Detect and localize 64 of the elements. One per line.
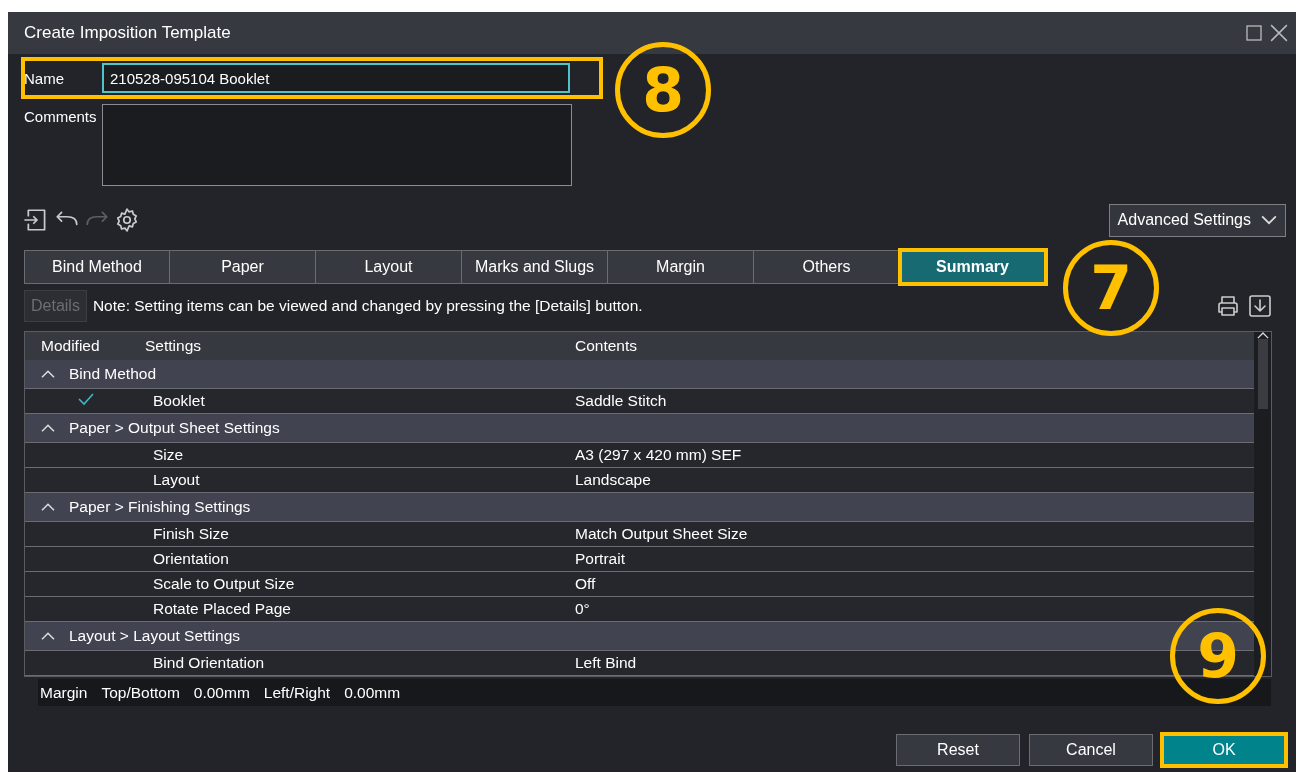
group-row[interactable]: Bind Method xyxy=(25,360,1254,389)
comments-label: Comments xyxy=(24,107,98,125)
group-title: Paper > Output Sheet Settings xyxy=(69,419,280,437)
group-title: Layout > Layout Settings xyxy=(69,627,241,645)
margin-text: 0.00mm xyxy=(193,683,250,702)
callout-number: 7 xyxy=(1063,240,1159,336)
column-header: Modified xyxy=(41,337,101,355)
advanced-settings-dropdown[interactable]: Advanced Settings xyxy=(1108,203,1286,237)
dialog-button[interactable]: Cancel xyxy=(1029,734,1153,766)
setting-name: Scale to Output Size xyxy=(152,575,296,593)
chevron-up-icon[interactable] xyxy=(41,631,55,641)
comments-field[interactable] xyxy=(102,104,572,186)
name-label: Name xyxy=(24,69,65,87)
group-row[interactable]: Paper > Output Sheet Settings xyxy=(25,414,1254,443)
setting-name: Size xyxy=(152,446,185,464)
download-icon[interactable] xyxy=(1248,294,1272,318)
callout-number: 8 xyxy=(615,42,711,138)
scrollbar-thumb[interactable] xyxy=(1257,339,1268,410)
tab[interactable]: Bind Method xyxy=(24,250,170,284)
margin-text: Margin xyxy=(40,683,88,702)
setting-value: Left Bind xyxy=(575,654,638,672)
chevron-up-icon[interactable] xyxy=(41,369,55,379)
tab[interactable]: Marks and Slugs xyxy=(462,250,608,284)
group-title: Paper > Finishing Settings xyxy=(69,498,251,516)
column-header: Contents xyxy=(575,337,639,355)
group-title: Bind Method xyxy=(69,365,157,383)
setting-name: Bind Orientation xyxy=(152,654,266,672)
tab[interactable]: Others xyxy=(754,250,900,284)
setting-value: Portrait xyxy=(575,550,626,568)
tab[interactable]: Margin xyxy=(608,250,754,284)
setting-name: Orientation xyxy=(152,550,230,568)
setting-value: Off xyxy=(575,575,597,593)
setting-value: Landscape xyxy=(575,471,652,489)
settings-icon[interactable] xyxy=(114,207,140,233)
callout-number: 9 xyxy=(1170,608,1266,704)
setting-value: Saddle Stitch xyxy=(575,392,668,410)
margin-text: Left/Right xyxy=(263,683,331,702)
dialog-button[interactable]: Reset xyxy=(896,734,1020,766)
setting-value: 0° xyxy=(575,600,591,618)
chevron-down-icon[interactable] xyxy=(1261,215,1277,225)
setting-value: A3 (297 x 420 mm) SEF xyxy=(575,446,743,464)
margin-text: 0.00mm xyxy=(344,683,401,702)
close-icon[interactable] xyxy=(1270,24,1288,42)
maximize-icon[interactable] xyxy=(1246,25,1262,41)
scrollbar[interactable] xyxy=(1254,332,1271,676)
ok-button[interactable]: OK xyxy=(1162,734,1286,766)
setting-name: Finish Size xyxy=(152,525,230,543)
window-title: Create Imposition Template xyxy=(24,23,231,43)
setting-value: Match Output Sheet Size xyxy=(575,525,749,543)
setting-name: Rotate Placed Page xyxy=(152,600,292,618)
setting-name: Booklet xyxy=(152,392,206,410)
tab[interactable]: Paper xyxy=(170,250,316,284)
chevron-up-icon[interactable] xyxy=(41,423,55,433)
group-row[interactable]: Paper > Finishing Settings xyxy=(25,493,1254,522)
setting-name: Layout xyxy=(152,471,201,489)
name-field[interactable]: 210528-095104 Booklet xyxy=(102,63,570,93)
chevron-up-icon[interactable] xyxy=(41,502,55,512)
margin-text: Top/Bottom xyxy=(101,683,180,702)
note-text: Note: Setting items can be viewed and changed by pressing the [Details] button. xyxy=(92,297,643,315)
tab[interactable]: Layout xyxy=(316,250,462,284)
tab[interactable]: Summary xyxy=(900,250,1046,284)
column-header: Settings xyxy=(145,337,202,355)
scroll-up-icon[interactable] xyxy=(1256,332,1269,340)
print-icon[interactable] xyxy=(1216,294,1240,318)
